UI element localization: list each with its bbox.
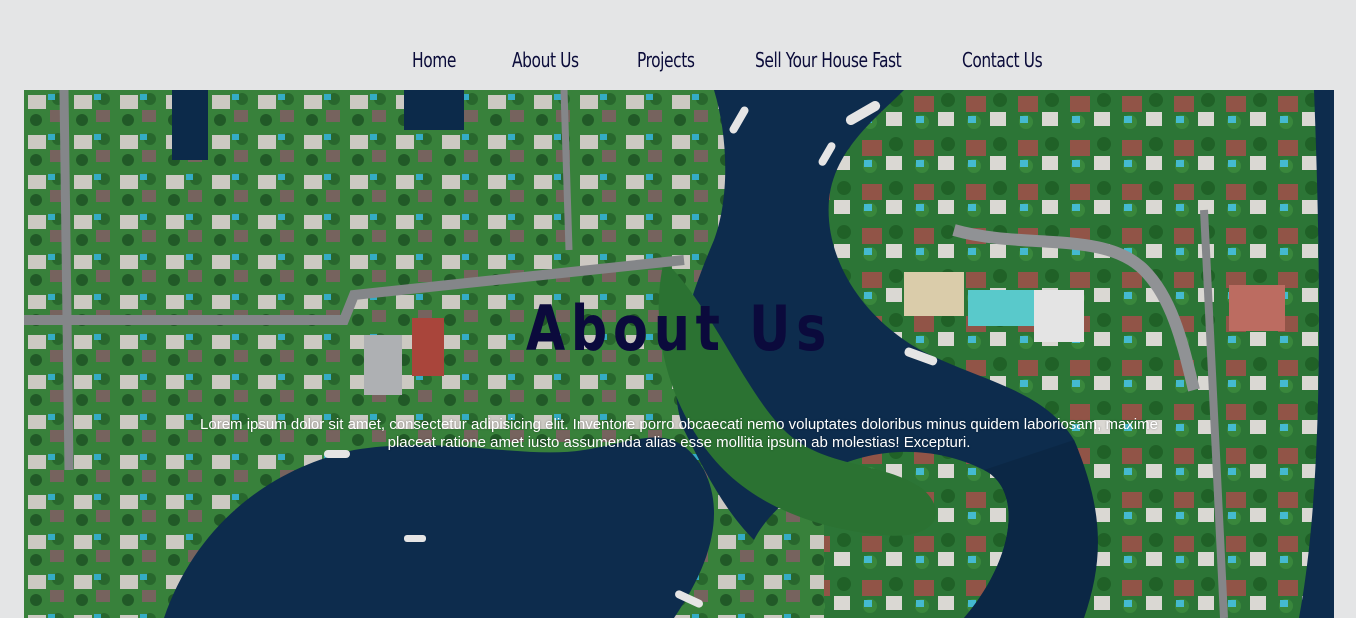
top-navigation-bar: Home About Us Projects Sell Your House F… xyxy=(0,0,1356,90)
nav-item-projects[interactable]: Projects xyxy=(637,44,695,76)
nav-item-contact-us[interactable]: Contact Us xyxy=(962,44,1043,76)
nav-menu: Home About Us Projects Sell Your House F… xyxy=(0,44,1356,76)
nav-item-about-us[interactable]: About Us xyxy=(512,44,579,76)
nav-item-sell-your-house-fast[interactable]: Sell Your House Fast xyxy=(755,44,902,76)
nav-item-home[interactable]: Home xyxy=(412,44,456,76)
hero-title: About Us xyxy=(525,292,833,365)
hero-description: Lorem ipsum dolor sit amet, consectetur … xyxy=(200,416,1158,451)
hero-banner: About Us Lorem ipsum dolor sit amet, con… xyxy=(24,90,1334,618)
